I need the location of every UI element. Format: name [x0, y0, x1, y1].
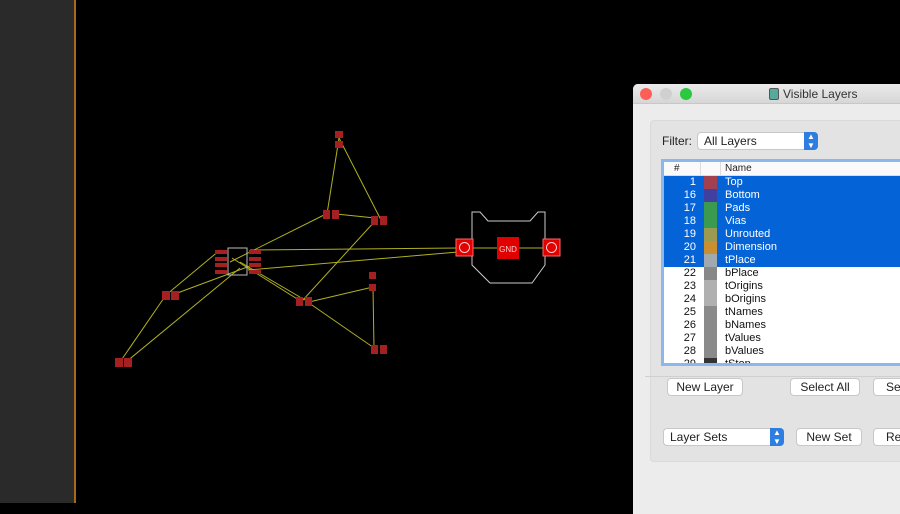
layer-color-swatch[interactable] — [704, 293, 717, 306]
layer-number: 28 — [683, 345, 696, 357]
layer-color-swatch[interactable] — [704, 319, 717, 332]
layer-sets-select[interactable]: Layer Sets ▲ ▼ — [663, 428, 784, 446]
layer-number: 16 — [683, 189, 696, 201]
layer-color-swatch[interactable] — [704, 189, 717, 202]
layer-color-swatch[interactable] — [704, 280, 717, 293]
layer-row[interactable]: 17 Pads — [664, 202, 900, 215]
close-button[interactable] — [640, 88, 652, 100]
rename-set-button[interactable]: Re — [873, 428, 900, 446]
board-canvas[interactable]: GND — [76, 0, 633, 503]
left-toolbar-panel — [0, 0, 74, 503]
layer-row[interactable]: 22 bPlace — [664, 267, 900, 280]
divider — [645, 376, 900, 377]
new-set-button[interactable]: New Set — [796, 428, 862, 446]
column-name[interactable]: Name — [725, 163, 752, 174]
layer-row[interactable]: 19 Unrouted — [664, 228, 900, 241]
layer-name: bOrigins — [725, 293, 766, 305]
layer-number: 22 — [683, 267, 696, 279]
layer-row[interactable]: 23 tOrigins — [664, 280, 900, 293]
layer-row[interactable]: 18 Vias — [664, 215, 900, 228]
layers-table[interactable]: # Name 1 Top 16 Bottom 17 Pads 18 Vias 19 Unroute… — [661, 159, 900, 366]
part-label: GND — [499, 245, 517, 254]
layers-app-icon — [769, 88, 779, 100]
layer-name: tPlace — [725, 254, 756, 266]
layer-sets-value: Layer Sets — [670, 430, 728, 444]
layer-row[interactable]: 16 Bottom — [664, 189, 900, 202]
filter-label: Filter: — [662, 134, 692, 148]
layer-color-swatch[interactable] — [704, 267, 717, 280]
layer-number: 25 — [683, 306, 696, 318]
visible-layers-dialog: Visible Layers Filter: All Layers ▲ ▼ # N… — [633, 84, 900, 514]
filter-value: All Layers — [704, 134, 757, 148]
chevron-updown-icon: ▲ ▼ — [770, 428, 784, 446]
column-number[interactable]: # — [674, 163, 680, 174]
table-header: # Name — [664, 162, 900, 176]
layer-number: 21 — [683, 254, 696, 266]
layer-name: Vias — [725, 215, 747, 227]
layer-row[interactable]: 24 bOrigins — [664, 293, 900, 306]
layer-color-swatch[interactable] — [704, 345, 717, 358]
layer-row[interactable]: 20 Dimension — [664, 241, 900, 254]
filter-select[interactable]: All Layers ▲ ▼ — [697, 132, 818, 150]
layer-color-swatch[interactable] — [704, 215, 717, 228]
layer-name: Top — [725, 176, 743, 188]
layer-name: tStop — [725, 358, 751, 366]
layer-color-swatch[interactable] — [704, 176, 717, 189]
layer-color-swatch[interactable] — [704, 254, 717, 267]
title-bar[interactable]: Visible Layers — [633, 84, 900, 104]
layer-row[interactable]: 21 tPlace — [664, 254, 900, 267]
layer-number: 17 — [683, 202, 696, 214]
layer-name: Unrouted — [725, 228, 771, 240]
layer-number: 1 — [689, 176, 696, 188]
layer-row[interactable]: 25 tNames — [664, 306, 900, 319]
layer-number: 19 — [683, 228, 696, 240]
layer-name: Pads — [725, 202, 751, 214]
layer-color-swatch[interactable] — [704, 332, 717, 345]
layer-row[interactable]: 29 tStop — [664, 358, 900, 366]
layer-number: 26 — [683, 319, 696, 331]
layer-color-swatch[interactable] — [704, 306, 717, 319]
layer-row[interactable]: 28 bValues — [664, 345, 900, 358]
layer-name: bValues — [725, 345, 764, 357]
select-none-button[interactable]: Sel — [873, 378, 900, 396]
layer-name: tOrigins — [725, 280, 763, 292]
layer-number: 29 — [683, 358, 696, 366]
layer-name: tValues — [725, 332, 761, 344]
layer-name: Bottom — [725, 189, 760, 201]
window-title: Visible Layers — [783, 87, 858, 101]
airwires — [119, 137, 552, 363]
layer-number: 20 — [683, 241, 696, 253]
layer-number: 27 — [683, 332, 696, 344]
gnd-part: GND — [455, 211, 561, 284]
layer-color-swatch[interactable] — [704, 241, 717, 254]
layer-number: 18 — [683, 215, 696, 227]
layer-number: 24 — [683, 293, 696, 305]
layer-name: Dimension — [725, 241, 777, 253]
layer-row[interactable]: 27 tValues — [664, 332, 900, 345]
layer-name: bPlace — [725, 267, 759, 279]
select-all-button[interactable]: Select All — [790, 378, 860, 396]
layer-color-swatch[interactable] — [704, 228, 717, 241]
layer-number: 23 — [683, 280, 696, 292]
zoom-button[interactable] — [680, 88, 692, 100]
layer-name: bNames — [725, 319, 766, 331]
layer-color-swatch[interactable] — [704, 358, 717, 363]
layer-color-swatch[interactable] — [704, 202, 717, 215]
layer-name: tNames — [725, 306, 763, 318]
layer-row[interactable]: 1 Top — [664, 176, 900, 189]
layer-row[interactable]: 26 bNames — [664, 319, 900, 332]
chevron-updown-icon: ▲ ▼ — [804, 132, 818, 150]
minimize-button[interactable] — [660, 88, 672, 100]
new-layer-button[interactable]: New Layer — [667, 378, 743, 396]
